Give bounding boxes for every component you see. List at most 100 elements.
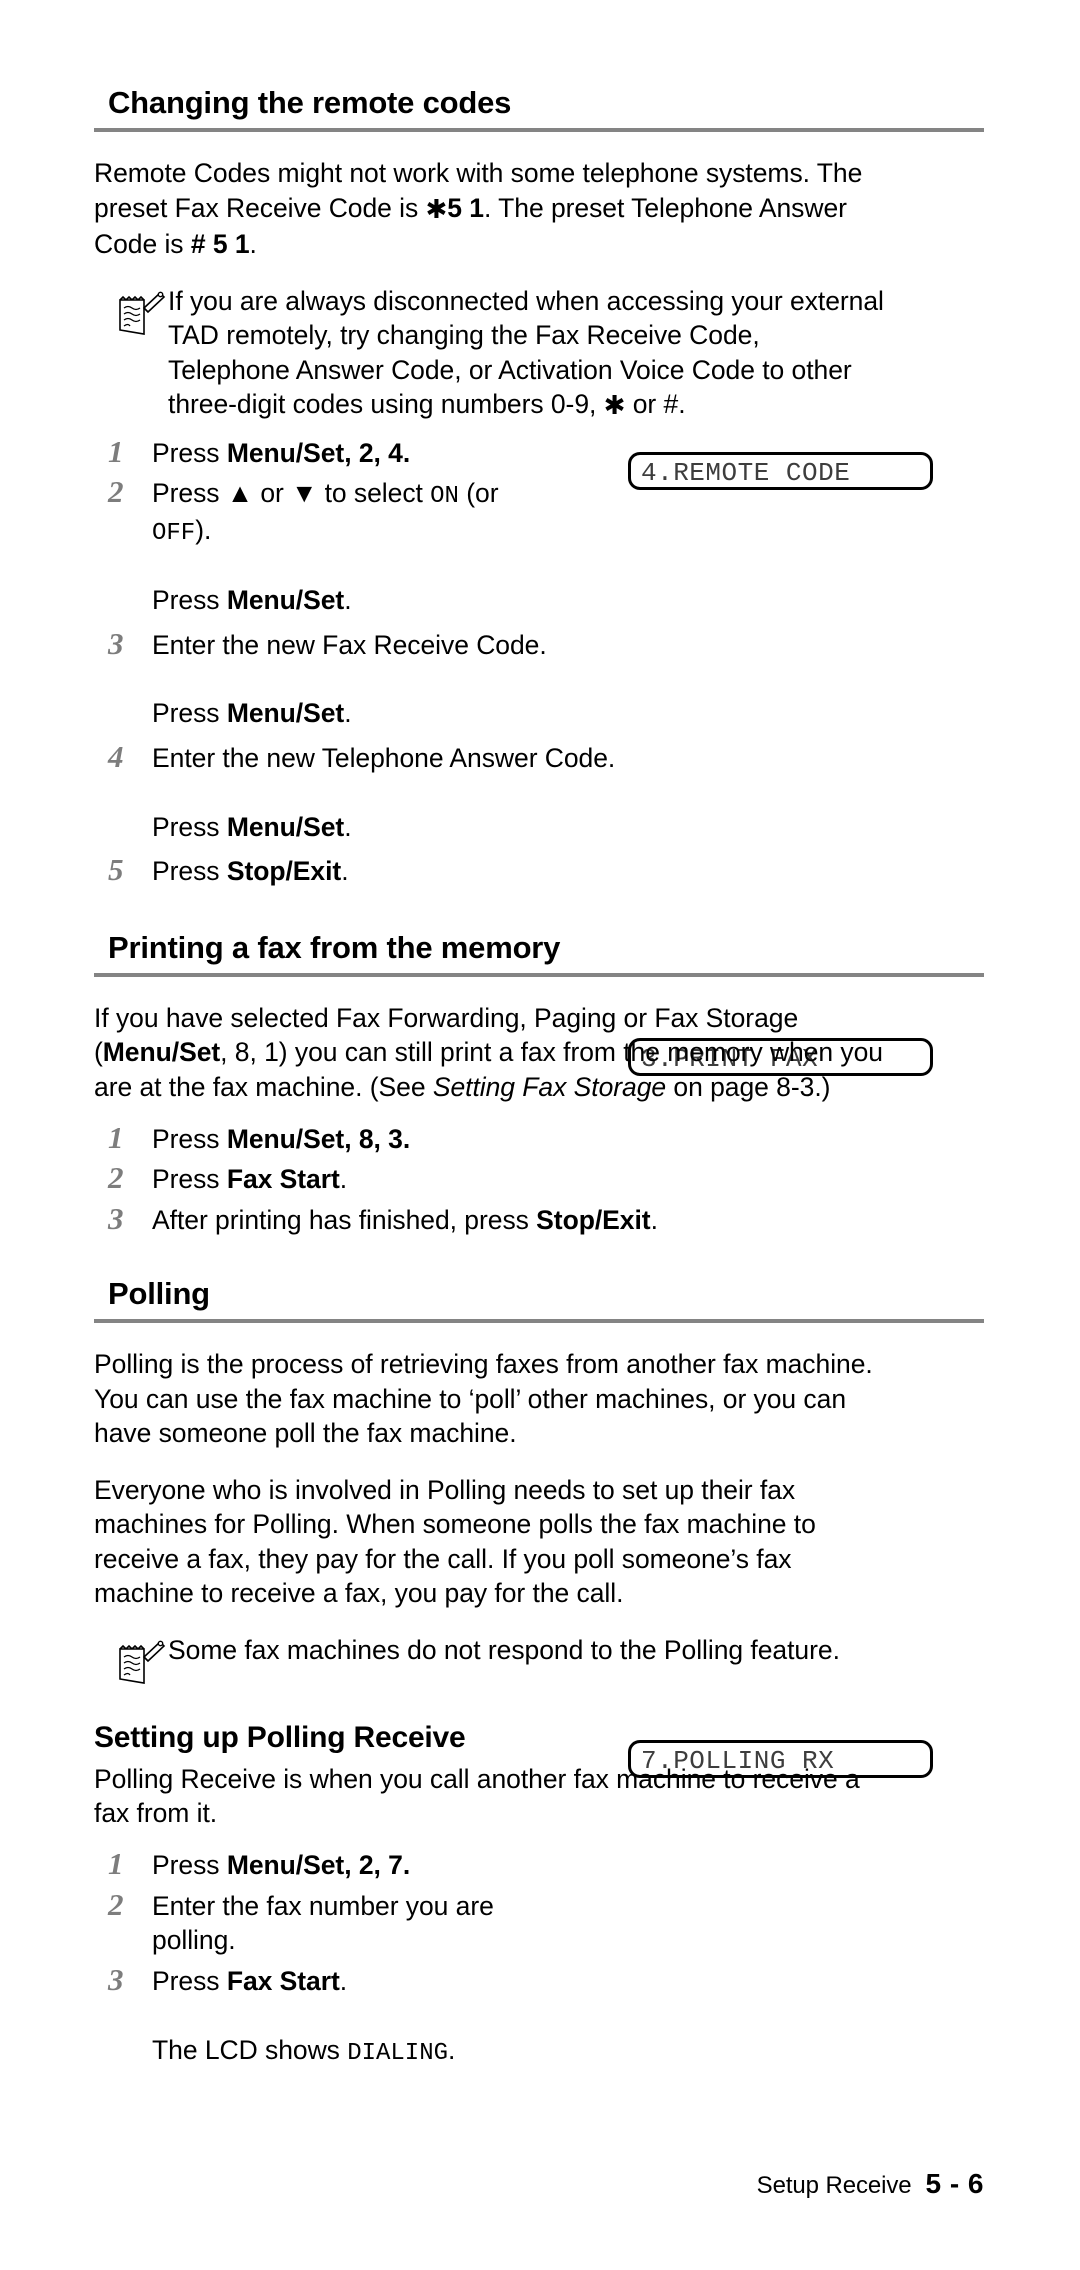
para2-line-4: machine to receive a fax, you pay for th… [94, 1578, 624, 1609]
step-text-pre: Press [152, 1850, 227, 1881]
heading-setting-up-polling-receive: Setting up Polling Receive [94, 1720, 466, 1754]
intro-line-3b: on page 8-3.) [666, 1071, 831, 1102]
polling-paragraph-1: Polling is the process of retrieving fax… [94, 1347, 984, 1450]
menu-set-key: Menu/Set [226, 1124, 345, 1155]
lcd-shows-label: The LCD shows [152, 2034, 348, 2065]
intro-line-1: Remote Codes might not work with some te… [94, 158, 863, 189]
step-text: Press Menu/Set, 8, 3. [138, 1122, 984, 1156]
print-fax-intro: If you have selected Fax Forwarding, Pag… [94, 1001, 984, 1104]
step-number: 3 [108, 625, 124, 661]
step-number: 3 [108, 1200, 124, 1236]
step-text-mid: or [253, 478, 292, 509]
print-fax-steps: 1 Press Menu/Set, 8, 3. 2 Press Fax Star… [94, 1122, 984, 1237]
asterisk-glyph-2: ✱ [603, 391, 626, 422]
step-item: 5 Press Stop/Exit. [94, 854, 984, 888]
step-text-line1: Enter the new Fax Receive Code. [152, 629, 547, 660]
para2-line-3: receive a fax, they pay for the call. If… [94, 1543, 792, 1574]
step-text-pre: Press [152, 1164, 227, 1195]
remote-codes-steps: 1 Press Menu/Set, 2, 4. 2 Press ▲ or ▼ t… [94, 436, 984, 889]
step-text-post: , 2, 4. [344, 437, 411, 468]
intro-line-2: fax from it. [94, 1797, 218, 1828]
step-text-line2-pre: Press [152, 811, 227, 842]
step-text-post: . [339, 1164, 348, 1195]
lcd-value-dialing: DIALING [347, 2039, 449, 2067]
step-text: Press Fax Start. The LCD shows DIALING. [138, 1964, 984, 2069]
note-remote-codes: If you are always disconnected when acce… [94, 284, 984, 424]
heading-printing-fax-from-memory: Printing a fax from the memory [108, 929, 561, 965]
intro-line-2a: preset Fax Receive Code is [94, 192, 426, 223]
step-text: Press ▲ or ▼ to select ON (or OFF). Pres… [138, 476, 984, 617]
section-polling: Polling Polling is the process of retrie… [94, 1277, 984, 1686]
note-line-1: If you are always disconnected when acce… [168, 285, 884, 316]
note-polling-text: Some fax machines do not respond to the … [168, 1634, 840, 1665]
step-item: 4 Enter the new Telephone Answer Code. P… [94, 741, 984, 844]
step-text: Enter the fax number you are polling. [138, 1889, 984, 1958]
fax-start-key: Fax Start [226, 1965, 340, 1996]
step-number: 2 [108, 1160, 124, 1196]
page-content: Changing the remote codes Remote Codes m… [94, 85, 984, 2069]
note-line-4c: . [678, 389, 686, 420]
step-text-line2-pre: Press [152, 698, 227, 729]
step-text-post: . [341, 856, 349, 887]
step-text-mid3: (or [458, 478, 499, 509]
menu-set-key: Menu/Set [226, 585, 345, 616]
step-text-line1: Enter the new Telephone Answer Code. [152, 742, 616, 773]
heading-polling: Polling [108, 1276, 210, 1312]
menu-set-key: Menu/Set [102, 1037, 221, 1068]
intro-line-2b: . The preset Telephone Answer [483, 192, 847, 223]
step-text: Press Menu/Set, 2, 4. [138, 436, 984, 470]
para2-line-2: machines for Polling. When someone polls… [94, 1509, 816, 1540]
heading-changing-remote-codes: Changing the remote codes [108, 85, 512, 120]
note-line-2: TAD remotely, try changing the Fax Recei… [168, 320, 760, 351]
intro-line-3a: are at the fax machine. (See [94, 1071, 433, 1102]
intro-line-1: Polling Receive is when you call another… [94, 1763, 860, 1794]
note-line-4b: or [625, 389, 664, 420]
para1-line-3: have someone poll the fax machine. [94, 1418, 517, 1449]
remote-codes-intro: Remote Codes might not work with some te… [94, 156, 984, 262]
down-arrow-icon: ▼ [291, 478, 318, 509]
menu-set-key: Menu/Set [226, 1850, 345, 1881]
menu-set-key: Menu/Set [226, 698, 345, 729]
note-line-3: Telephone Answer Code, or Activation Voi… [168, 354, 852, 385]
heading-rule [94, 1319, 984, 1324]
step-item: 3 After printing has finished, press Sto… [94, 1203, 984, 1237]
step-text: After printing has finished, press Stop/… [138, 1203, 984, 1237]
intro-line-3a: Code is [94, 229, 191, 260]
para2-line-1: Everyone who is involved in Polling need… [94, 1474, 796, 1505]
step-text-line3-pre: Press [152, 585, 227, 616]
step-number: 1 [108, 1846, 124, 1882]
menu-set-key: Menu/Set [226, 811, 345, 842]
step-text-line2-post: . [344, 698, 352, 729]
manual-page: 4.REMOTE CODE 3.PRINT FAX 7.POLLING RX C… [0, 0, 1080, 2270]
step-text-pre: Press [152, 478, 227, 509]
step-number: 3 [108, 1961, 124, 1997]
step-item: 3 Enter the new Fax Receive Code. Press … [94, 628, 984, 731]
notepad-pencil-icon [114, 1637, 166, 1687]
step-text: Press Fax Start. [138, 1162, 984, 1196]
intro-line-2-rest: , 8, 1) you can still print a fax from t… [220, 1037, 883, 1068]
stop-exit-key: Stop/Exit [226, 856, 342, 887]
step-text-pre: Press [152, 1124, 227, 1155]
step-item: 1 Press Menu/Set, 8, 3. [94, 1122, 984, 1156]
hash-glyph: # [663, 389, 679, 420]
step-text: Enter the new Telephone Answer Code. Pre… [138, 741, 984, 844]
para1-line-1: Polling is the process of retrieving fax… [94, 1349, 873, 1380]
step-text-pre: Press [152, 437, 227, 468]
step-text-post: , 8, 3. [344, 1124, 411, 1155]
footer-page-number: 5 - 6 [925, 2168, 984, 2199]
intro-line-1: If you have selected Fax Forwarding, Pag… [94, 1002, 799, 1033]
step-number: 1 [108, 1120, 124, 1156]
lcd-value-on: ON [430, 483, 459, 511]
asterisk-glyph: ✱ [425, 194, 448, 225]
step-item: 2 Enter the fax number you are polling. [94, 1889, 984, 1958]
step-text-post: . [650, 1204, 658, 1235]
intro-paren-open: ( [94, 1037, 103, 1068]
step-text-post: , 2, 7. [344, 1850, 411, 1881]
heading-rule [94, 972, 984, 977]
step-text-line3-post: . [344, 585, 352, 616]
telephone-answer-code-value: # 5 1 [190, 229, 250, 260]
step-item: 3 Press Fax Start. The LCD shows DIALING… [94, 1964, 984, 2069]
note-remote-codes-text: If you are always disconnected when acce… [166, 284, 884, 424]
step-text-pre: Press [152, 1965, 227, 1996]
notepad-pencil-icon [114, 288, 166, 338]
